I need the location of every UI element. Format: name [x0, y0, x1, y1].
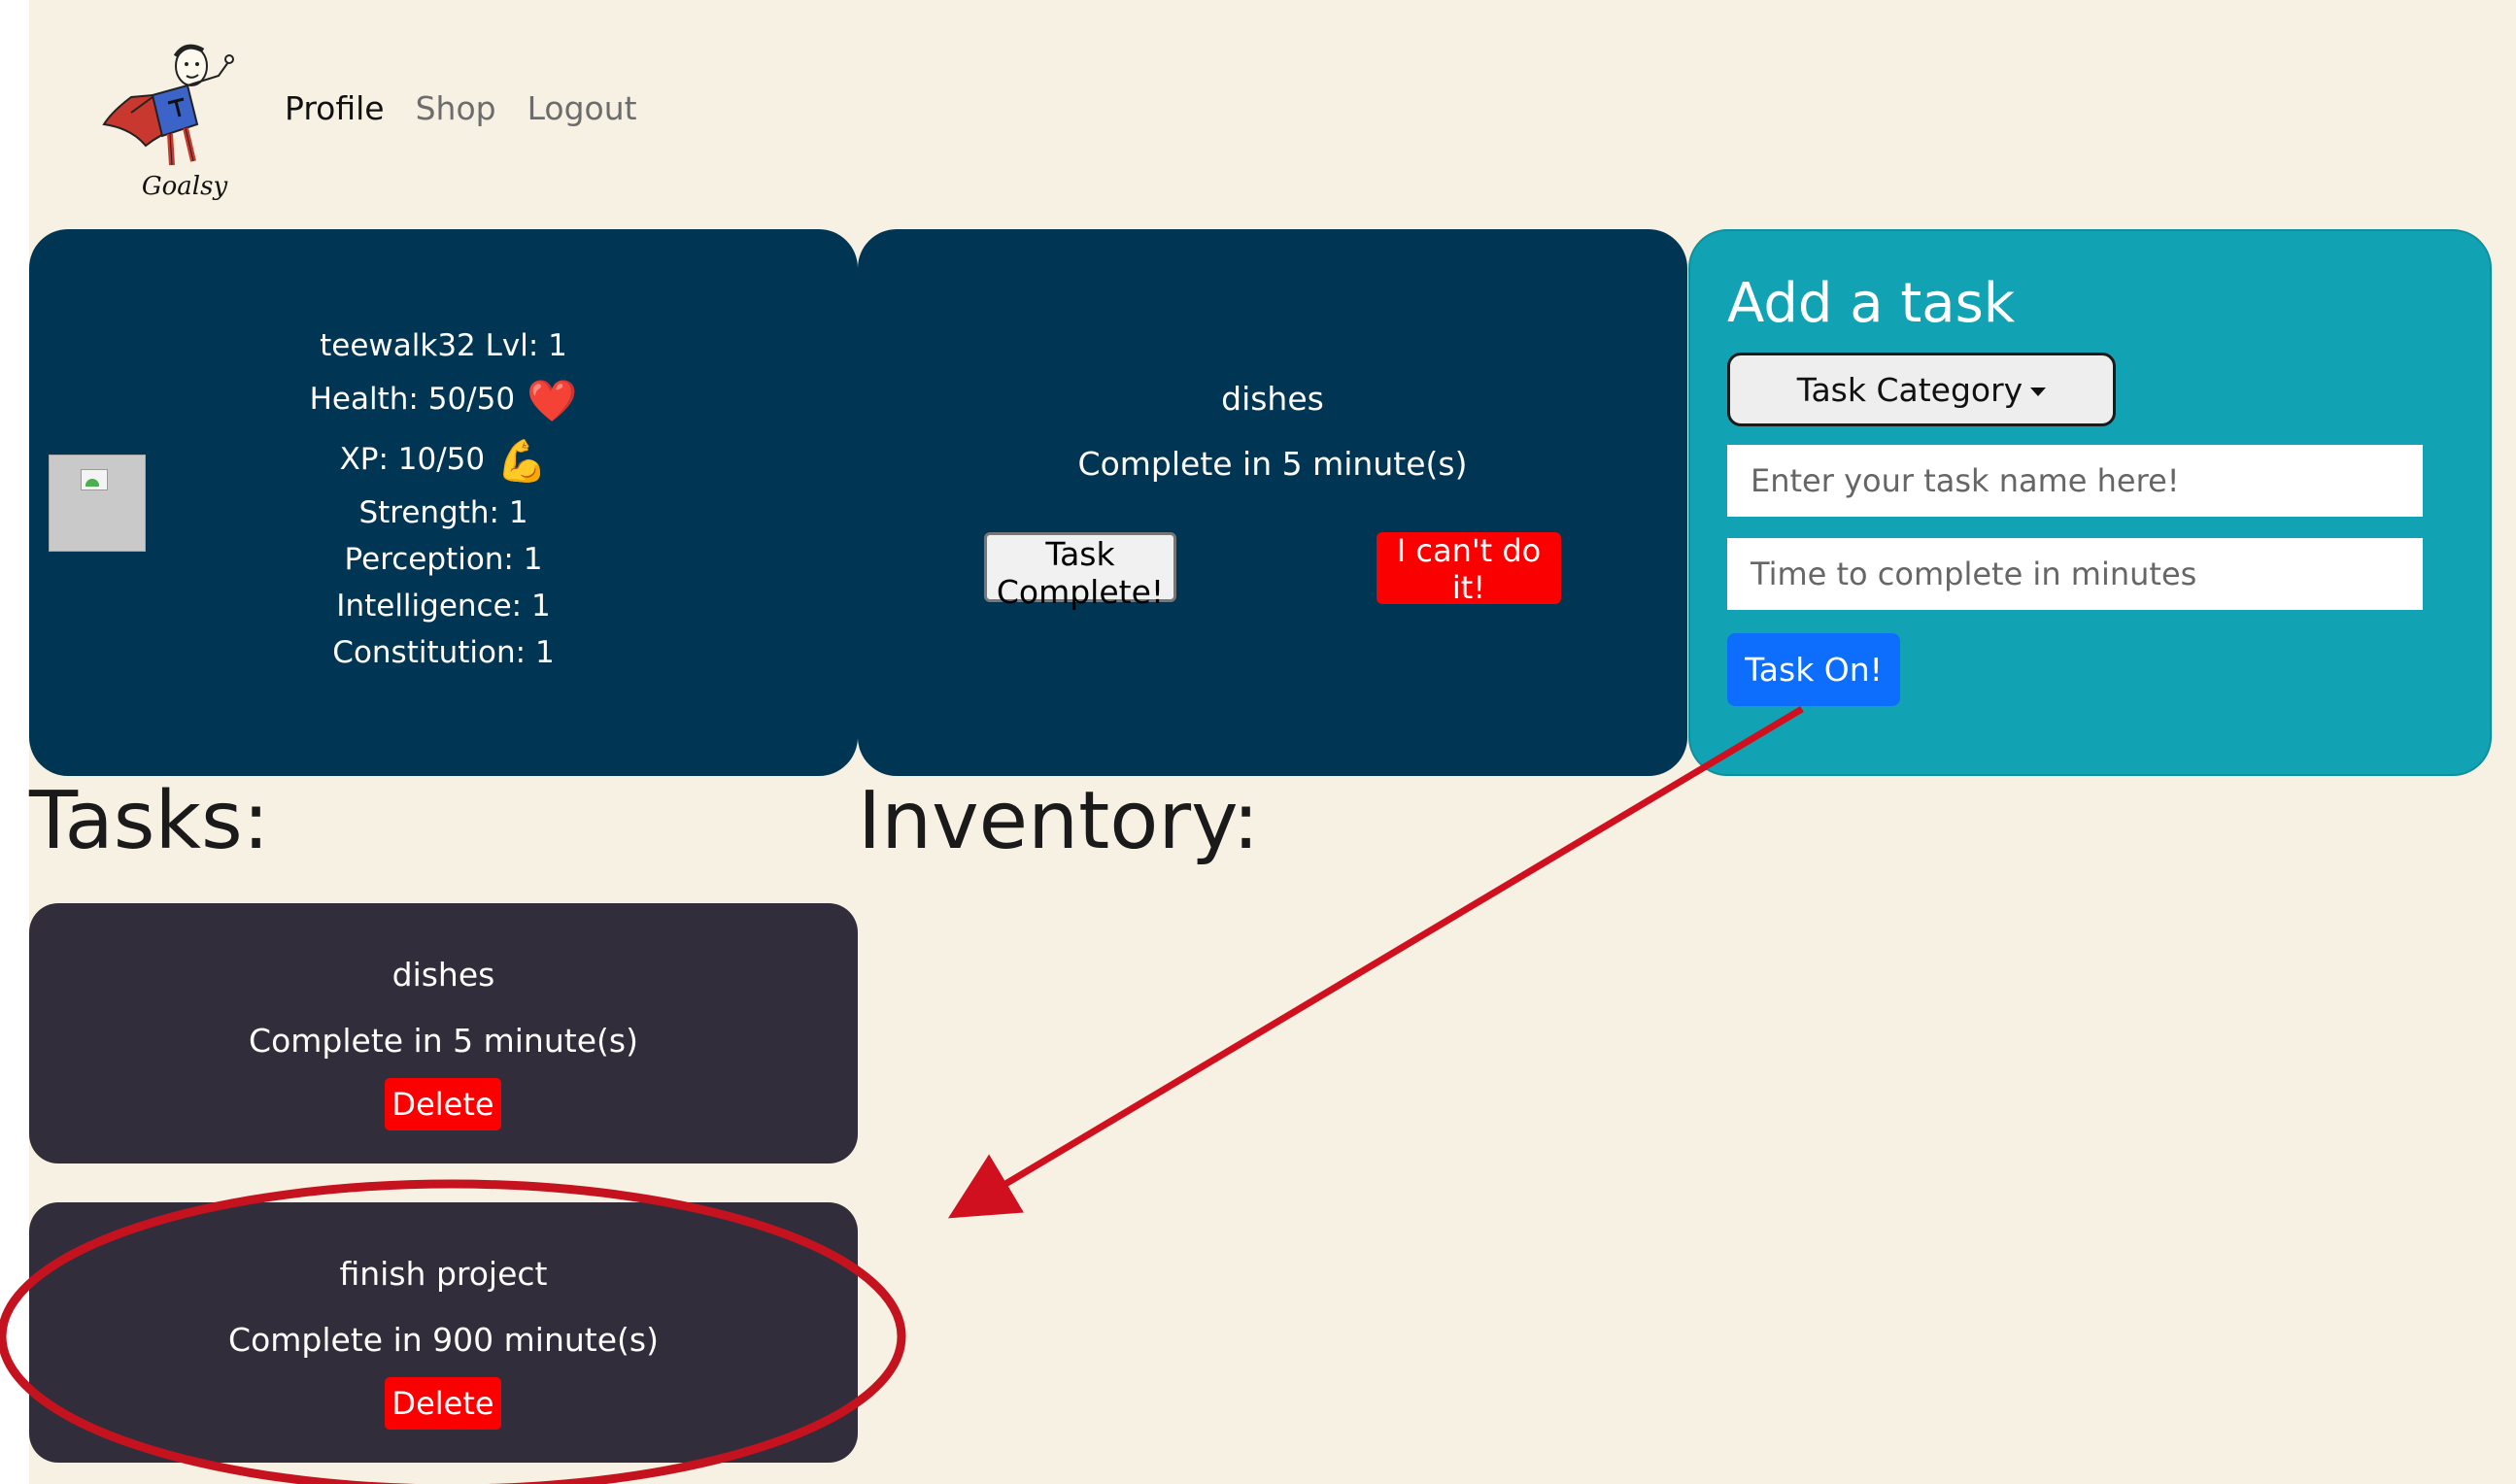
strength-stat: Strength: 1 — [358, 495, 528, 530]
perception-stat: Perception: 1 — [344, 542, 543, 577]
task-complete-button[interactable]: Task Complete! — [984, 532, 1176, 611]
inventory-heading: Inventory: — [858, 775, 1260, 867]
task-time-input[interactable] — [1727, 538, 2423, 610]
logo-wordmark: Goalsy — [142, 172, 228, 201]
tasks-heading: Tasks: — [29, 775, 270, 867]
task-category-label: Task Category — [1796, 370, 2023, 409]
profile-stats: teewalk32 Lvl: 1 Health: 50/50 ❤️ XP: 10/… — [29, 322, 858, 676]
task-item-duration: Complete in 900 minute(s) — [228, 1321, 659, 1359]
caret-down-icon — [2030, 387, 2047, 396]
goalsy-logo[interactable]: Goalsy — [92, 19, 277, 204]
main-nav: Profile Shop Logout — [285, 89, 637, 127]
task-on-button[interactable]: Task On! — [1727, 633, 1900, 706]
username-level: teewalk32 Lvl: 1 — [320, 328, 567, 363]
constitution-stat: Constitution: 1 — [332, 635, 555, 670]
health-row: Health: 50/50 ❤️ — [29, 369, 858, 429]
page: Goalsy Profile Shop Logout teewalk32 Lvl… — [29, 0, 2516, 1484]
nav-logout[interactable]: Logout — [527, 89, 637, 127]
xp-row: XP: 10/50 💪 — [29, 429, 858, 489]
cant-do-it-button[interactable]: I can't do it! — [1377, 532, 1561, 606]
current-task-name: dishes — [1221, 380, 1324, 418]
task-item: dishes Complete in 5 minute(s) Delete — [29, 903, 858, 1164]
xp-value: XP: 10/50 — [339, 442, 486, 477]
task-item-name: dishes — [391, 956, 495, 994]
flexed-arm-icon: 💪 — [496, 436, 548, 485]
intelligence-stat: Intelligence: 1 — [336, 589, 551, 624]
current-task-card: dishes Complete in 5 minute(s) Task Comp… — [858, 229, 1687, 776]
nav-shop[interactable]: Shop — [416, 89, 496, 127]
task-name-input[interactable] — [1727, 445, 2423, 517]
task-item-duration: Complete in 5 minute(s) — [249, 1022, 638, 1060]
task-item: finish project Complete in 900 minute(s)… — [29, 1202, 858, 1463]
nav-profile[interactable]: Profile — [285, 89, 385, 127]
task-item-name: finish project — [339, 1255, 548, 1293]
current-task-duration: Complete in 5 minute(s) — [1077, 445, 1468, 483]
heart-icon: ❤️ — [527, 376, 578, 424]
health-value: Health: 50/50 — [309, 382, 516, 417]
add-task-title: Add a task — [1727, 272, 2016, 335]
delete-task-button[interactable]: Delete — [385, 1078, 501, 1130]
delete-task-button[interactable]: Delete — [385, 1377, 501, 1430]
superhero-logo-icon: Goalsy — [102, 44, 234, 201]
task-category-dropdown[interactable]: Task Category — [1727, 353, 2116, 426]
add-task-card: Add a task Task Category Task On! — [1688, 229, 2492, 776]
profile-card: teewalk32 Lvl: 1 Health: 50/50 ❤️ XP: 10/… — [29, 229, 858, 776]
